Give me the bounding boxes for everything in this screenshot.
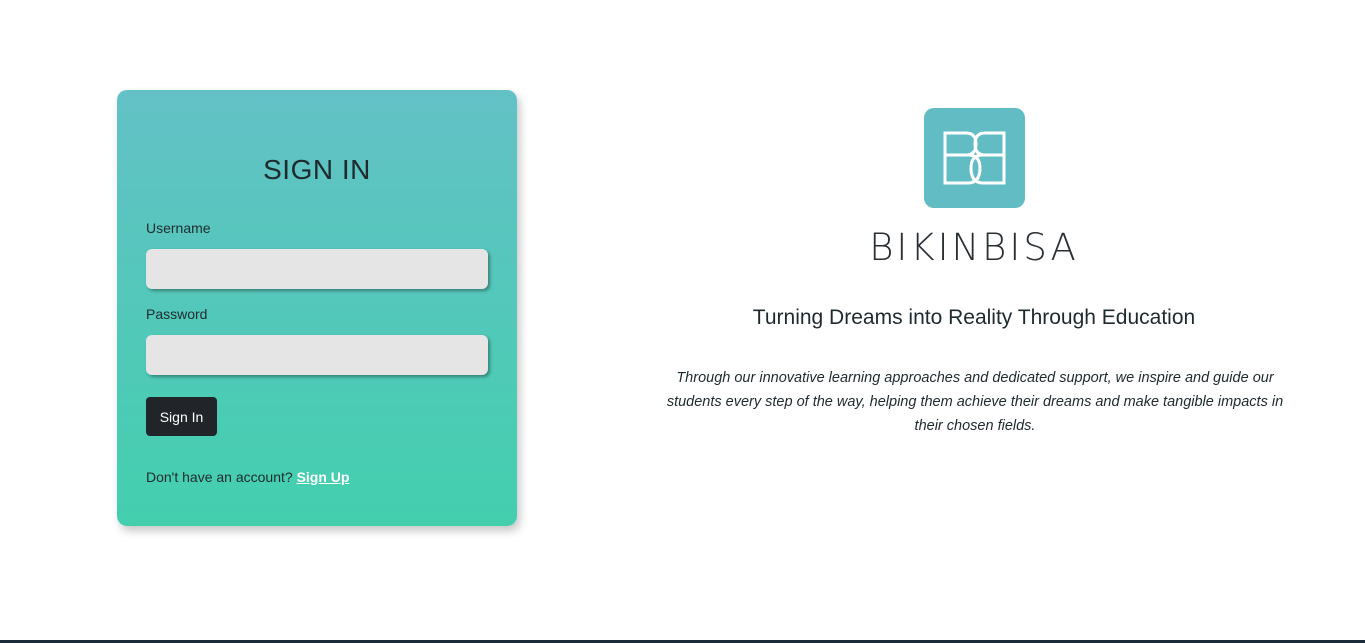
brand-tagline: Turning Dreams into Reality Through Educ… xyxy=(752,306,1196,329)
password-label: Password xyxy=(146,306,208,322)
signin-button[interactable]: Sign In xyxy=(146,397,217,436)
no-account-text: Don't have an account? xyxy=(146,469,293,485)
signup-prompt: Don't have an account? Sign Up xyxy=(146,469,349,485)
bb-logo-icon xyxy=(943,131,1005,185)
brand-description: Through our innovative learning approach… xyxy=(666,370,1284,434)
signin-title: SIGN IN xyxy=(263,154,371,185)
username-input[interactable] xyxy=(146,249,488,289)
brand-logo xyxy=(924,108,1025,208)
login-page: SIGN IN Username Password Sign In Don't … xyxy=(0,0,1365,643)
signin-card: SIGN IN Username Password Sign In Don't … xyxy=(117,90,517,526)
password-input[interactable] xyxy=(146,335,488,375)
username-label: Username xyxy=(146,220,211,236)
signup-link[interactable]: Sign Up xyxy=(297,469,350,485)
brand-name: BIKINBISA xyxy=(869,226,1079,269)
